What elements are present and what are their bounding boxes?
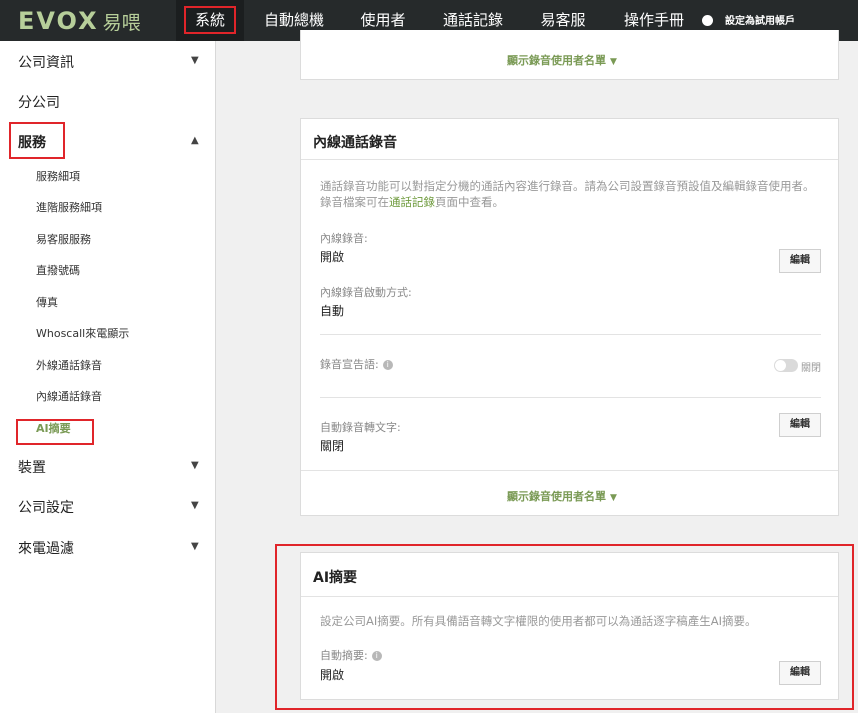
chevron-up-icon: ▲ <box>191 135 199 146</box>
sidebar-item-branch[interactable]: 分公司 <box>0 86 216 116</box>
external-recording-card-bottom: 顯示錄音使用者名單 ▼ <box>300 30 839 80</box>
edit-recording-button[interactable]: 編輯 <box>779 249 821 273</box>
toggle-knob <box>775 360 786 371</box>
sidebar-item-company-settings[interactable]: 公司設定 ▼ <box>0 491 216 521</box>
card-description: 通話錄音功能可以對指定分機的通話內容進行錄音。請為公司設置錄音預設值及編輯錄音使… <box>320 178 825 210</box>
internal-recording-card: 內線通話錄音 通話錄音功能可以對指定分機的通話內容進行錄音。請為公司設置錄音預設… <box>300 118 839 516</box>
triangle-down-icon: ▼ <box>610 57 617 67</box>
announcement-toggle[interactable] <box>774 359 798 372</box>
call-records-link[interactable]: 通話記錄 <box>389 195 435 209</box>
link-label: 顯示錄音使用者名單 <box>507 54 606 67</box>
section-divider <box>320 397 821 398</box>
triangle-down-icon: ▼ <box>610 493 617 503</box>
sidebar-item-device[interactable]: 裝置 ▼ <box>0 451 216 481</box>
sidebar-subitem-cs-service[interactable]: 易客服服務 <box>36 230 91 250</box>
chevron-down-icon: ▼ <box>191 460 199 471</box>
recording-trigger-label: 內線錄音啟動方式: <box>320 286 412 299</box>
sidebar-subitem-whoscall[interactable]: Whoscall來電顯示 <box>36 324 129 344</box>
show-recording-users-link[interactable]: 顯示錄音使用者名單 ▼ <box>507 488 617 504</box>
info-icon[interactable]: i <box>382 360 393 370</box>
sidebar-subitem-advanced-service[interactable]: 進階服務細項 <box>36 198 102 218</box>
chevron-down-icon: ▼ <box>191 541 199 552</box>
card-divider <box>301 470 838 471</box>
auto-transcribe-label: 自動錄音轉文字: <box>320 421 401 434</box>
sidebar-subitem-fax[interactable]: 傳真 <box>36 293 58 313</box>
link-label: 顯示錄音使用者名單 <box>507 490 606 503</box>
trial-toggle[interactable] <box>702 15 713 26</box>
sidebar-item-label: 公司資訊 <box>18 55 74 71</box>
highlight-box <box>275 544 854 710</box>
highlight-box <box>184 6 236 34</box>
announcement-state: 關閉 <box>801 363 821 374</box>
trial-account-label[interactable]: 設定為試用帳戶 <box>725 12 795 27</box>
highlight-box <box>16 419 94 445</box>
announcement-label: 錄音宣告語: i <box>320 356 393 372</box>
desc-text: 頁面中查看。 <box>435 195 504 209</box>
show-recording-users-link[interactable]: 顯示錄音使用者名單 ▼ <box>507 52 617 68</box>
sidebar-item-label: 裝置 <box>18 460 46 476</box>
label-text: 錄音宣告語: <box>320 358 379 371</box>
internal-recording-label: 內線錄音: <box>320 232 368 245</box>
card-title: 內線通話錄音 <box>313 135 397 151</box>
chevron-down-icon: ▼ <box>191 55 199 66</box>
chevron-down-icon: ▼ <box>191 500 199 511</box>
recording-trigger-value: 自動 <box>320 304 345 318</box>
sidebar-item-company-info[interactable]: 公司資訊 ▼ <box>0 46 216 76</box>
evox-logo[interactable]: EVOX 易喂 <box>18 7 141 35</box>
sidebar-item-label: 公司設定 <box>18 500 74 516</box>
section-divider <box>320 334 821 335</box>
auto-transcribe-value: 關閉 <box>320 439 345 453</box>
sidebar-subitem-direct-number[interactable]: 直撥號碼 <box>36 261 80 281</box>
sidebar-item-label: 分公司 <box>18 95 60 111</box>
sidebar-subitem-external-recording[interactable]: 外線通話錄音 <box>36 356 102 376</box>
logo-text-latin: EVOX <box>18 7 99 35</box>
sidebar-item-label: 來電過濾 <box>18 541 74 557</box>
logo-text-cjk: 易喂 <box>102 11 141 34</box>
sidebar-subitem-service-details[interactable]: 服務細項 <box>36 167 80 187</box>
edit-transcribe-button[interactable]: 編輯 <box>779 413 821 437</box>
sidebar-subitem-internal-recording[interactable]: 內線通話錄音 <box>36 387 102 407</box>
sidebar: 公司資訊 ▼ 分公司 服務 ▲ 服務細項 進階服務細項 易客服服務 直撥號碼 傳… <box>0 41 216 713</box>
card-divider <box>301 159 838 160</box>
nav-tab-system[interactable]: 系統 <box>176 0 244 41</box>
highlight-box <box>9 122 65 159</box>
sidebar-item-call-filter[interactable]: 來電過濾 ▼ <box>0 532 216 562</box>
internal-recording-value: 開啟 <box>320 250 345 264</box>
